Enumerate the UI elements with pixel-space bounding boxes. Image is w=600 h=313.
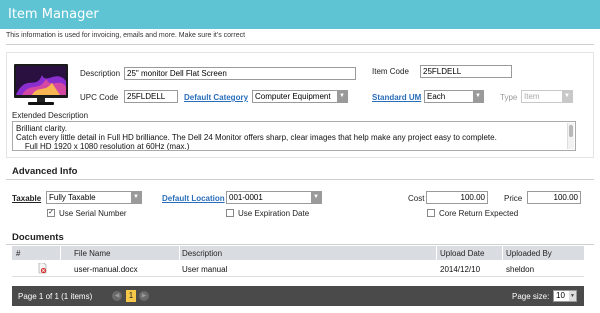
column-header[interactable]: # (16, 249, 20, 258)
um-select-value: Each (427, 92, 446, 101)
table-row[interactable]: user-manual.docx User manual 2014/12/10 … (12, 260, 584, 277)
advanced-info-heading: Advanced Info (12, 166, 78, 177)
divider (6, 44, 594, 45)
ext-desc-line: Full HD 1920 x 1080 resolution at 60Hz (… (16, 142, 190, 151)
item-code-input[interactable]: 25FLDELL (420, 65, 512, 78)
prev-page-icon[interactable]: ◀ (112, 291, 122, 301)
current-page-button[interactable]: 1 (126, 290, 136, 302)
ext-desc-line: Catch every little detail in Full HD bri… (16, 133, 497, 142)
chevron-down-icon: ▼ (311, 192, 321, 203)
item-code-label: Item Code (372, 67, 409, 76)
chevron-down-icon: ▼ (473, 91, 483, 102)
ext-desc-line: Brilliant clarity. (16, 124, 67, 133)
expiration-date-label: Use Expiration Date (238, 209, 310, 218)
price-input[interactable]: 100.00 (527, 191, 581, 204)
info-text: This information is used for invoicing, … (6, 32, 246, 39)
category-select-value: Computer Equipment (255, 92, 331, 101)
description-input[interactable]: 25" monitor Dell Flat Screen (124, 67, 356, 80)
description-label: Description (80, 69, 121, 78)
delete-icon[interactable] (38, 263, 47, 274)
extended-description-textarea[interactable]: Brilliant clarity. Catch every little de… (12, 121, 576, 151)
um-select[interactable]: Each ▼ (424, 90, 484, 103)
chevron-down-icon: ▼ (337, 91, 347, 102)
category-select[interactable]: Computer Equipment ▼ (252, 90, 348, 103)
column-divider (436, 246, 437, 260)
column-header[interactable]: Upload Date (440, 249, 484, 258)
extended-description-label: Extended Description (12, 111, 89, 120)
cost-label: Cost (408, 194, 425, 203)
expiration-date-checkbox[interactable] (226, 209, 234, 217)
chevron-down-icon: ▼ (131, 192, 141, 203)
serial-number-checkbox[interactable]: ✓ (47, 209, 55, 217)
page-size-value: 10 (556, 291, 565, 300)
location-select-value: 001-0001 (229, 193, 263, 202)
divider (6, 179, 594, 180)
upload-date-cell: 2014/12/10 (440, 265, 481, 274)
default-location-link[interactable]: Default Location (162, 194, 225, 203)
upc-label: UPC Code (80, 93, 119, 102)
column-divider (60, 246, 61, 260)
uploaded-by-cell: sheldon (506, 265, 535, 274)
title-bar: Item Manager (0, 0, 600, 29)
default-category-link[interactable]: Default Category (184, 93, 248, 102)
column-header[interactable]: File Name (74, 249, 110, 258)
taxable-select[interactable]: Fully Taxable ▼ (46, 191, 142, 204)
column-header[interactable]: Description (182, 249, 222, 258)
description-cell: User manual (182, 265, 228, 274)
type-select: Item ▼ (521, 90, 573, 103)
documents-heading: Documents (12, 232, 64, 243)
chevron-down-icon: ▼ (562, 91, 572, 102)
price-label: Price (504, 194, 523, 203)
file-name-cell[interactable]: user-manual.docx (74, 265, 138, 274)
upc-input[interactable]: 25FLDELL (124, 90, 178, 103)
cost-input[interactable]: 100.00 (426, 191, 488, 204)
column-divider (179, 246, 180, 260)
type-label: Type (500, 93, 518, 102)
page-title: Item Manager (8, 7, 99, 22)
core-return-label: Core Return Expected (439, 209, 519, 218)
grid-header: # File Name Description Upload Date Uplo… (12, 246, 584, 260)
taxable-label: Taxable (12, 194, 42, 203)
monitor-image-icon (14, 64, 68, 105)
divider (6, 244, 594, 245)
scrollbar-thumb[interactable] (569, 125, 573, 137)
textarea-scrollbar[interactable] (567, 123, 574, 149)
chevron-down-icon: ▼ (569, 291, 576, 301)
column-header[interactable]: Uploaded By (506, 249, 552, 258)
standard-um-link[interactable]: Standard UM (372, 93, 421, 102)
column-divider (502, 246, 503, 260)
serial-number-label: Use Serial Number (59, 209, 127, 218)
pager-summary: Page 1 of 1 (1 items) (18, 292, 93, 301)
location-select[interactable]: 001-0001 ▼ (226, 191, 322, 204)
taxable-select-value: Fully Taxable (49, 193, 96, 202)
page-size-select[interactable]: 10 ▼ (553, 290, 577, 302)
pager-bar: Page 1 of 1 (1 items) ◀ 1 ▶ Page size: 1… (12, 286, 584, 306)
type-select-value: Item (524, 92, 540, 101)
core-return-checkbox[interactable] (427, 209, 435, 217)
page-size-label: Page size: (512, 292, 550, 301)
next-page-icon[interactable]: ▶ (139, 291, 149, 301)
